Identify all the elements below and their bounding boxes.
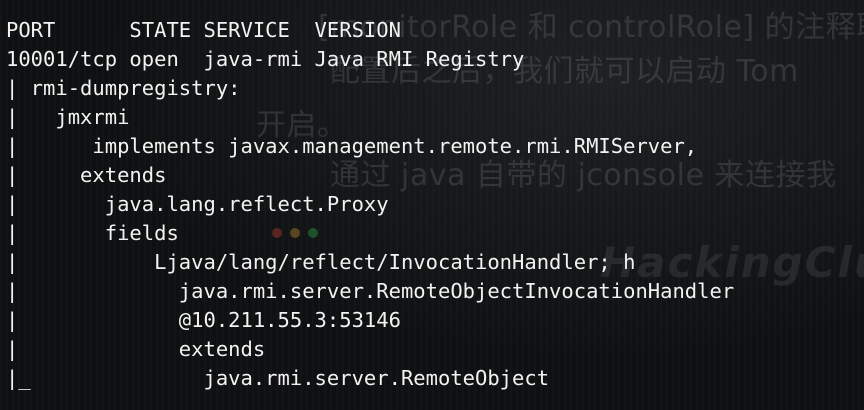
terminal-output-line: | java.rmi.server.RemoteObjectInvocation… xyxy=(6,279,735,303)
terminal-output-line: | jmxrmi xyxy=(6,105,130,129)
terminal-header-line: PORT STATE SERVICE VERSION xyxy=(6,18,401,42)
terminal-output-line: | implements javax.management.remote.rmi… xyxy=(6,134,698,158)
terminal-output-line: | extends xyxy=(6,337,266,361)
terminal-output-line: | fields xyxy=(6,221,179,245)
terminal-output-line: | java.lang.reflect.Proxy xyxy=(6,192,389,216)
terminal-output-line: | rmi-dumpregistry: xyxy=(6,76,241,100)
terminal-output-line: | extends xyxy=(6,163,167,187)
terminal-output: PORT STATE SERVICE VERSION 10001/tcp ope… xyxy=(6,16,734,393)
terminal-output-line: | Ljava/lang/reflect/InvocationHandler; … xyxy=(6,250,636,274)
terminal-output-line: | @10.211.55.3:53146 xyxy=(6,308,401,332)
terminal-port-line: 10001/tcp open java-rmi Java RMI Registr… xyxy=(6,47,525,71)
terminal-output-line: |_ java.rmi.server.RemoteObject xyxy=(6,366,550,390)
